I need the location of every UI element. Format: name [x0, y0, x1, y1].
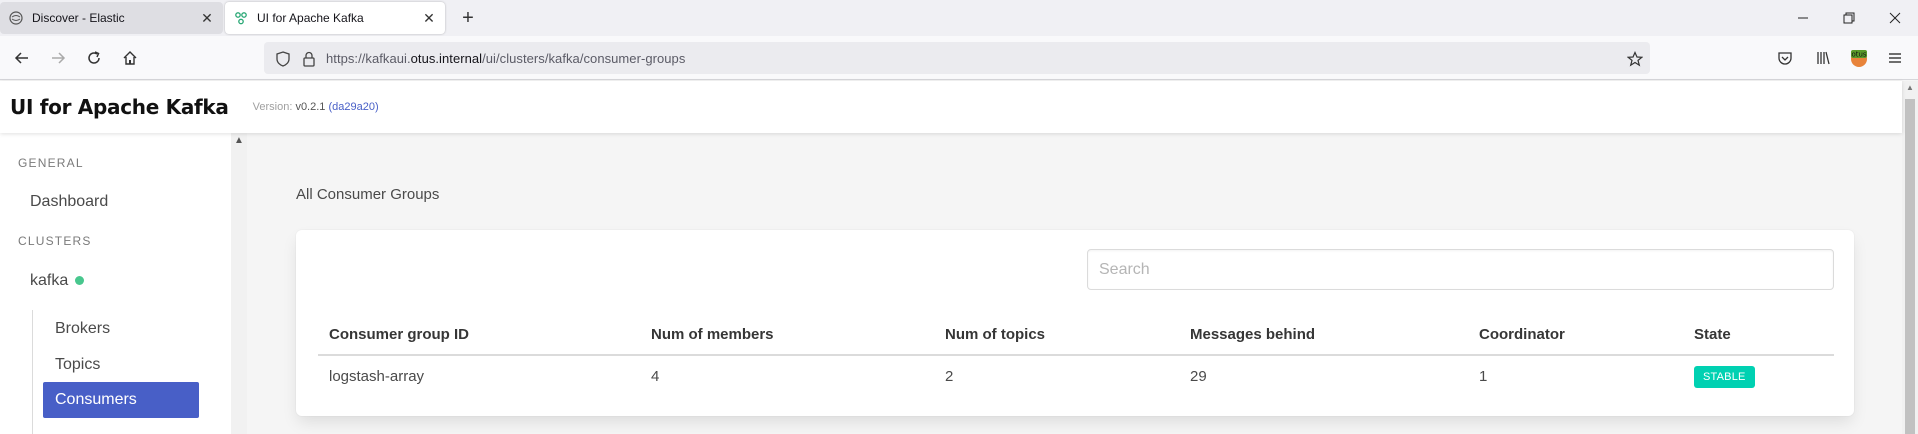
library-icon[interactable] — [1809, 44, 1837, 72]
tab-title: UI for Apache Kafka — [257, 11, 364, 25]
menu-label-clusters: CLUSTERS — [18, 234, 92, 248]
close-icon[interactable]: ✕ — [197, 8, 217, 28]
page-scrollbar[interactable]: ▲ — [1902, 81, 1918, 434]
column-header-group-id: Consumer group ID — [329, 326, 470, 343]
version-label: Version: — [252, 101, 293, 113]
sidebar-item-cluster-kafka[interactable]: kafka — [30, 272, 85, 290]
browser-nav-bar: https://kafkaui.otus.internal/ui/cluster… — [0, 36, 1918, 80]
submenu-divider — [32, 310, 33, 434]
close-icon[interactable]: ✕ — [419, 8, 439, 28]
extension-otus-icon[interactable]: otus — [1845, 44, 1873, 72]
cluster-status-indicator — [75, 276, 85, 286]
cell-coordinator: 1 — [1479, 368, 1488, 385]
menu-icon[interactable] — [1881, 44, 1909, 72]
cell-members: 4 — [651, 368, 660, 385]
lock-icon[interactable] — [300, 50, 318, 68]
cell-messages-behind: 29 — [1190, 368, 1207, 385]
close-window-icon[interactable] — [1872, 0, 1918, 36]
url-text: https://kafkaui.otus.internal/ui/cluster… — [326, 50, 686, 66]
reload-icon[interactable] — [80, 44, 108, 72]
browser-tab-bar: Discover - Elastic ✕ UI for Apache Kafka… — [0, 0, 1918, 36]
search-input[interactable] — [1087, 249, 1834, 290]
sidebar-item-label: Consumers — [55, 391, 137, 408]
table-header-divider — [318, 354, 1834, 356]
sidebar-item-label: Brokers — [55, 320, 111, 337]
sidebar-scrollbar[interactable]: ▲ — [231, 133, 247, 434]
forward-icon[interactable] — [44, 44, 72, 72]
sidebar-item-topics[interactable]: Topics — [43, 347, 199, 383]
scroll-up-icon[interactable]: ▲ — [1902, 83, 1918, 97]
sidebar-item-consumers[interactable]: Consumers — [43, 382, 199, 418]
scrollbar-thumb[interactable] — [1905, 99, 1915, 434]
browser-tab-kafka[interactable]: UI for Apache Kafka ✕ — [225, 2, 445, 34]
cell-group-id[interactable]: logstash-array — [329, 368, 424, 385]
svg-text:otus: otus — [1851, 51, 1866, 59]
new-tab-button[interactable]: + — [456, 6, 480, 30]
column-header-messages-behind: Messages behind — [1190, 326, 1316, 343]
column-header-members: Num of members — [651, 326, 774, 343]
commit-link[interactable]: (da29a20) — [328, 101, 378, 113]
pocket-icon[interactable] — [1771, 44, 1799, 72]
app-header: UI for Apache Kafka Version: v0.2.1 (da2… — [0, 81, 1902, 133]
version-number: v0.2.1 — [295, 101, 326, 113]
sidebar-item-label: Topics — [55, 356, 101, 373]
elastic-icon — [8, 10, 24, 26]
minimize-icon[interactable] — [1780, 0, 1826, 36]
menu-label-general: GENERAL — [18, 156, 84, 170]
tab-title: Discover - Elastic — [32, 11, 125, 25]
address-bar[interactable]: https://kafkaui.otus.internal/ui/cluster… — [264, 42, 1650, 74]
status-badge: STABLE — [1694, 366, 1755, 388]
version-info: Version: v0.2.1 (da29a20) — [253, 101, 379, 113]
back-icon[interactable] — [8, 44, 36, 72]
shield-icon[interactable] — [274, 50, 292, 68]
cluster-name: kafka — [30, 272, 69, 289]
restore-icon[interactable] — [1826, 0, 1872, 36]
cell-topics: 2 — [945, 368, 954, 385]
browser-tab-discover[interactable]: Discover - Elastic ✕ — [0, 2, 223, 34]
column-header-state: State — [1694, 326, 1731, 343]
column-header-coordinator: Coordinator — [1479, 326, 1565, 343]
page-title: All Consumer Groups — [296, 186, 440, 203]
column-header-topics: Num of topics — [945, 326, 1045, 343]
home-icon[interactable] — [116, 44, 144, 72]
bookmark-star-icon[interactable] — [1626, 50, 1644, 68]
scroll-up-icon[interactable]: ▲ — [234, 135, 244, 146]
sidebar-item-dashboard[interactable]: Dashboard — [30, 193, 108, 211]
app-title[interactable]: UI for Apache Kafka — [10, 95, 229, 119]
kafka-icon — [233, 10, 249, 26]
sidebar-item-brokers[interactable]: Brokers — [43, 311, 199, 347]
